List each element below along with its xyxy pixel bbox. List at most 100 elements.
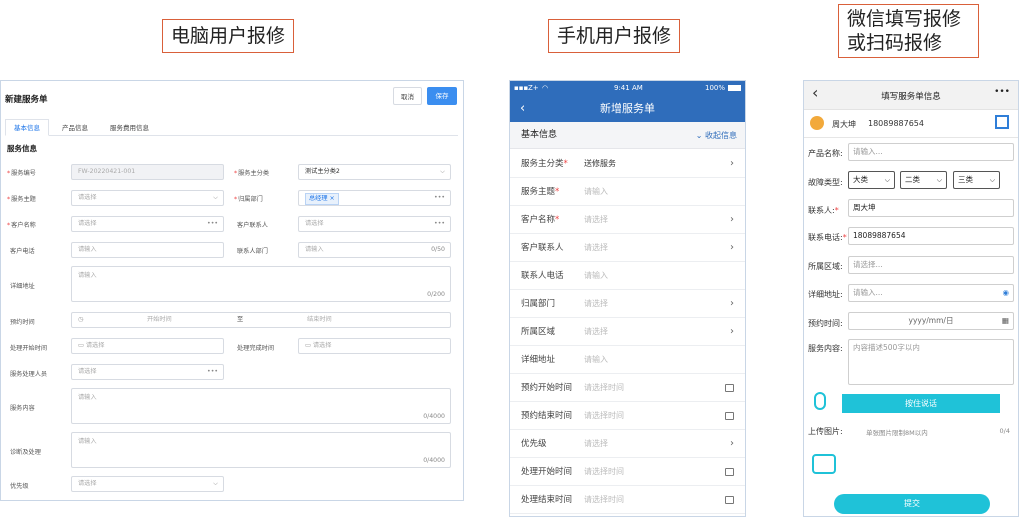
phone-input[interactable]: 请输入 — [71, 242, 224, 258]
mobile-row-value[interactable]: 请选择时间 — [584, 374, 624, 402]
mobile-row-value[interactable]: 请输入 — [584, 178, 608, 206]
scan-icon[interactable] — [995, 115, 1009, 129]
calendar-icon[interactable]: ▦ — [1002, 313, 1009, 329]
appointment-range[interactable]: ◷ 开始时间 至 结束时间 — [71, 312, 451, 328]
proc-end-picker[interactable]: ▭ 请选择 — [298, 338, 451, 354]
mobile-row-value[interactable]: 请选择 — [584, 430, 608, 458]
chevron-right-icon[interactable]: › — [730, 318, 734, 346]
mobile-form-row[interactable]: 所属区域 请选择 › — [510, 318, 745, 346]
mobile-row-label: 预约开始时间 — [521, 383, 573, 393]
battery-icon — [728, 85, 741, 91]
appointment-date-input[interactable]: yyyy/mm/日 ▦ — [848, 312, 1014, 330]
content-textarea[interactable]: 内容描述500字以内 — [848, 339, 1014, 385]
more-icon[interactable]: ••• — [434, 191, 445, 205]
priority-label: 优先级 — [10, 483, 29, 490]
mobile-form-row[interactable]: 归属部门 请选择 › — [510, 290, 745, 318]
content-textarea[interactable]: 请输入 0/4000 — [71, 388, 451, 424]
mobile-row-value[interactable]: 请输入 — [584, 262, 608, 290]
mobile-row-value[interactable]: 请选择 — [584, 318, 608, 346]
char-counter: 0/50 — [431, 246, 445, 253]
diagnosis-textarea[interactable]: 请输入 0/4000 — [71, 432, 451, 468]
battery-percent: 100% — [704, 84, 725, 92]
wifi-icon: ◠ — [542, 84, 549, 92]
mobile-form-row[interactable]: 详细地址 请输入 — [510, 346, 745, 374]
mobile-row-value[interactable]: 请输入 — [584, 346, 608, 374]
mobile-form-row[interactable]: 优先级 请选择 › — [510, 430, 745, 458]
caption-wechat: 微信填写报修 或扫码报修 — [838, 4, 979, 58]
mobile-form-row[interactable]: 预约结束时间 请选择时间 — [510, 402, 745, 430]
mobile-row-label: 详细地址 — [521, 355, 556, 365]
chevron-right-icon[interactable]: › — [730, 206, 734, 234]
fault-subcategory-select[interactable]: 二类 ⌵ — [900, 171, 947, 189]
mobile-form-row[interactable]: 客户联系人 请选择 › — [510, 234, 745, 262]
dept-select[interactable]: 总经理 × ••• — [298, 190, 451, 206]
tab-basic-info[interactable]: 基本信息 — [5, 119, 49, 136]
mobile-row-value[interactable]: 请选择 — [584, 206, 608, 234]
address-input[interactable]: 请输入... ◉ — [848, 284, 1014, 302]
chevron-right-icon[interactable]: › — [730, 150, 734, 178]
mobile-form-row[interactable]: 处理结束时间 请选择时间 — [510, 486, 745, 514]
mobile-form-row[interactable]: 服务主分类* 送修服务 › — [510, 150, 745, 178]
more-icon[interactable]: ••• — [207, 365, 218, 379]
wechat-header: ‹ 填写服务单信息 ••• — [804, 81, 1018, 110]
subject-select[interactable]: 请选择 ⌵ — [71, 190, 224, 206]
cancel-button[interactable]: 取消 — [393, 87, 422, 105]
calendar-icon[interactable] — [725, 412, 734, 420]
chevron-right-icon[interactable]: › — [730, 234, 734, 262]
contact-label: 客户联系人 — [237, 222, 268, 229]
calendar-icon[interactable] — [725, 384, 734, 392]
mobile-form-row[interactable]: 客户名称* 请选择 › — [510, 206, 745, 234]
mobile-row-label: 客户名称* — [521, 215, 560, 225]
dept-tag[interactable]: 总经理 × — [305, 193, 339, 205]
mobile-row-value[interactable]: 请选择时间 — [584, 486, 624, 514]
region-select[interactable]: 请选择... — [848, 256, 1014, 274]
mobile-row-label: 客户联系人 — [521, 243, 564, 253]
contact-select[interactable]: 请选择 ••• — [298, 216, 451, 232]
main-category-select[interactable]: 测试主分类2 ⌵ — [298, 164, 451, 180]
tab-product-info[interactable]: 产品信息 — [53, 119, 97, 136]
submit-button[interactable]: 提交 — [834, 494, 990, 514]
address-textarea[interactable]: 请输入 0/200 — [71, 266, 451, 302]
contact-label: 联系人:* — [808, 206, 839, 215]
mobile-row-value[interactable]: 送修服务 — [584, 150, 616, 178]
microphone-icon[interactable] — [814, 392, 826, 410]
mobile-row-value[interactable]: 请选择时间 — [584, 402, 624, 430]
hold-to-talk-button[interactable]: 按住说话 — [842, 394, 1000, 413]
collapse-toggle[interactable]: ⌄ 收起信息 — [696, 122, 737, 149]
mobile-form-row[interactable]: 服务主题* 请输入 — [510, 178, 745, 206]
save-button[interactable]: 保存 — [427, 87, 457, 105]
mobile-form-row[interactable]: 预约开始时间 请选择时间 — [510, 374, 745, 402]
caption-mobile: 手机用户报修 — [548, 19, 681, 53]
customer-select[interactable]: 请选择 ••• — [71, 216, 224, 232]
fault-category-select[interactable]: 大类 ⌵ — [848, 171, 895, 189]
mobile-form-row[interactable]: 联系人电话 请输入 — [510, 262, 745, 290]
camera-icon[interactable] — [812, 454, 836, 474]
contact-input[interactable]: 周大坤 — [848, 199, 1014, 217]
more-icon[interactable]: ••• — [434, 217, 445, 231]
back-arrow-icon[interactable]: ‹ — [520, 95, 525, 122]
chevron-right-icon[interactable]: › — [730, 290, 734, 318]
proc-start-picker[interactable]: ▭ 请选择 — [71, 338, 224, 354]
priority-select[interactable]: 请选择 ⌵ — [71, 476, 224, 492]
mobile-row-value[interactable]: 请选择时间 — [584, 458, 624, 486]
mobile-row-value[interactable]: 请选择 — [584, 290, 608, 318]
more-icon[interactable]: ••• — [994, 87, 1010, 97]
contact-dept-input[interactable]: 请输入 0/50 — [298, 242, 451, 258]
mobile-row-value[interactable]: 请选择 — [584, 234, 608, 262]
fault-third-select[interactable]: 三类 ⌵ — [953, 171, 1000, 189]
chevron-right-icon[interactable]: › — [730, 430, 734, 458]
tab-service-fee[interactable]: 服务费用信息 — [101, 119, 158, 136]
mobile-section-header: 基本信息 ⌄ 收起信息 — [510, 122, 745, 149]
phone-label: 联系电话:* — [808, 233, 847, 242]
location-pin-icon[interactable]: ◉ — [1002, 285, 1009, 301]
product-input[interactable]: 请输入... — [848, 143, 1014, 161]
more-icon[interactable]: ••• — [207, 217, 218, 231]
phone-input[interactable]: 18089887654 — [848, 227, 1014, 245]
dept-label: *归属部门 — [234, 196, 263, 203]
handler-select[interactable]: 请选择 ••• — [71, 364, 224, 380]
calendar-icon[interactable] — [725, 496, 734, 504]
wechat-title: 填写服务单信息 — [881, 92, 941, 102]
calendar-icon[interactable] — [725, 468, 734, 476]
caption-wechat-line2: 或扫码报修 — [847, 32, 943, 54]
mobile-form-row[interactable]: 处理开始时间 请选择时间 — [510, 458, 745, 486]
